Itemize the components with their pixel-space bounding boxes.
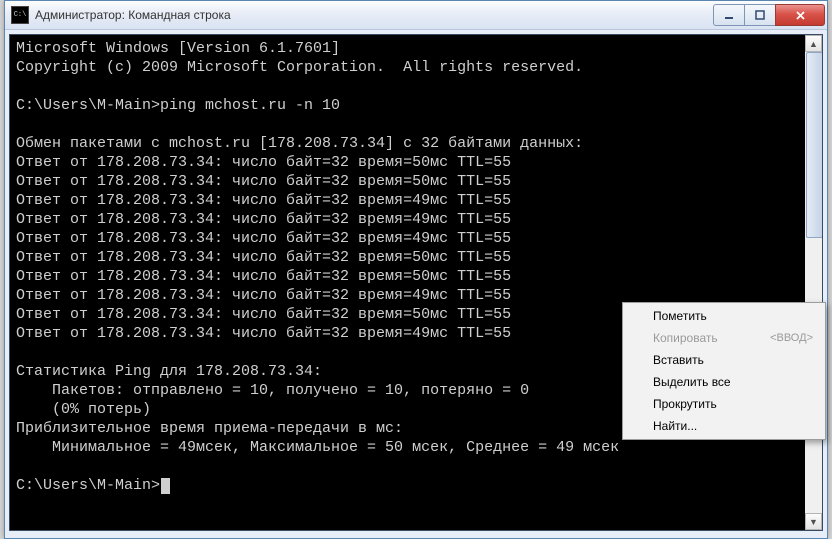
scroll-thumb[interactable]	[806, 52, 823, 238]
scroll-down-button[interactable]: ▼	[805, 513, 822, 530]
line: Ответ от 178.208.73.34: число байт=32 вр…	[16, 173, 511, 190]
line: Ответ от 178.208.73.34: число байт=32 вр…	[16, 230, 511, 247]
line: Обмен пакетами с mchost.ru [178.208.73.3…	[16, 135, 583, 152]
cursor	[161, 478, 170, 494]
line: C:\Users\M-Main>	[16, 477, 160, 494]
line: Приблизительное время приема-передачи в …	[16, 420, 403, 437]
line: Ответ от 178.208.73.34: число байт=32 вр…	[16, 268, 511, 285]
scroll-track[interactable]	[805, 52, 822, 513]
line: Ответ от 178.208.73.34: число байт=32 вр…	[16, 325, 511, 342]
menu-label: Пометить	[653, 305, 707, 327]
line: Ответ от 178.208.73.34: число байт=32 вр…	[16, 306, 511, 323]
line: Ответ от 178.208.73.34: число байт=32 вр…	[16, 249, 511, 266]
context-menu[interactable]: Пометить Копировать <ВВОД> Вставить Выде…	[622, 302, 826, 440]
menu-shortcut: <ВВОД>	[770, 327, 813, 349]
menu-label: Найти...	[653, 415, 697, 437]
line: Microsoft Windows [Version 6.1.7601]	[16, 40, 340, 57]
menu-label: Выделить все	[653, 371, 731, 393]
menu-item-copy: Копировать <ВВОД>	[625, 327, 823, 349]
menu-item-select-all[interactable]: Выделить все	[625, 371, 823, 393]
line: (0% потерь)	[16, 401, 151, 418]
menu-item-paste[interactable]: Вставить	[625, 349, 823, 371]
line: Ответ от 178.208.73.34: число байт=32 вр…	[16, 287, 511, 304]
menu-item-mark[interactable]: Пометить	[625, 305, 823, 327]
line: Ответ от 178.208.73.34: число байт=32 вр…	[16, 211, 511, 228]
titlebar[interactable]: Администратор: Командная строка	[5, 1, 827, 30]
window-title: Администратор: Командная строка	[35, 8, 714, 22]
terminal-area[interactable]: Microsoft Windows [Version 6.1.7601] Cop…	[9, 34, 823, 531]
menu-label: Копировать	[653, 327, 718, 349]
menu-item-find[interactable]: Найти...	[625, 415, 823, 437]
menu-label: Прокрутить	[653, 393, 717, 415]
command-prompt-window: Администратор: Командная строка Microsof…	[4, 0, 828, 539]
cmd-icon	[11, 6, 29, 24]
maximize-button[interactable]	[744, 4, 776, 26]
minimize-button[interactable]	[713, 4, 745, 26]
menu-label: Вставить	[653, 349, 704, 371]
vertical-scrollbar[interactable]: ▲ ▼	[805, 35, 822, 530]
line: Пакетов: отправлено = 10, получено = 10,…	[16, 382, 529, 399]
line: Ответ от 178.208.73.34: число байт=32 вр…	[16, 154, 511, 171]
line: Ответ от 178.208.73.34: число байт=32 вр…	[16, 192, 511, 209]
line: C:\Users\M-Main>ping mchost.ru -n 10	[16, 97, 340, 114]
menu-item-scroll[interactable]: Прокрутить	[625, 393, 823, 415]
line: Copyright (c) 2009 Microsoft Corporation…	[16, 59, 583, 76]
close-button[interactable]	[775, 4, 825, 26]
scroll-up-button[interactable]: ▲	[805, 35, 822, 52]
line: Статистика Ping для 178.208.73.34:	[16, 363, 322, 380]
line: Минимальное = 49мсек, Максимальное = 50 …	[16, 439, 619, 456]
window-buttons	[714, 4, 825, 26]
